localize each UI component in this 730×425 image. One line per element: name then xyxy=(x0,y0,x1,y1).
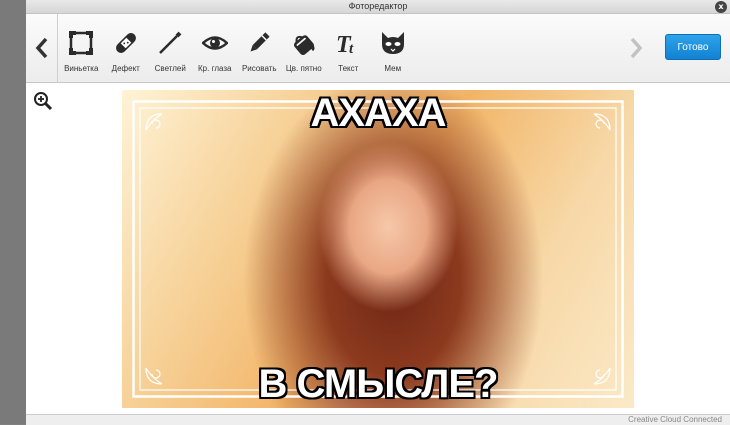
text-icon: Tt xyxy=(335,30,361,56)
tool-label: Светлей xyxy=(154,64,186,73)
background-strip xyxy=(0,0,26,424)
tool-vignette[interactable]: Виньетка xyxy=(59,14,104,82)
tool-meme[interactable]: Мем xyxy=(371,14,416,82)
tool-draw[interactable]: Рисовать xyxy=(237,14,282,82)
tool-list: Виньетка Дефект Светлей Кр. глаза Рисова… xyxy=(59,14,415,82)
toolbar: Виньетка Дефект Светлей Кр. глаза Рисова… xyxy=(26,14,730,83)
brightness-wand-icon xyxy=(157,30,183,56)
meme-bottom-text[interactable]: В СМЫСЛЕ? xyxy=(122,362,634,407)
chevron-right-icon xyxy=(630,37,643,59)
pencil-icon xyxy=(246,30,272,56)
tool-label: Кр. глаза xyxy=(198,64,232,73)
tool-label: Цв. пятно xyxy=(285,64,322,73)
title-bar: Фоторедактор x xyxy=(26,0,730,14)
status-bar: Creative Cloud Connected xyxy=(26,414,730,425)
tool-label: Виньетка xyxy=(64,64,99,73)
tool-label: Мем xyxy=(384,64,402,73)
vignette-icon xyxy=(68,30,94,56)
next-tools-button[interactable] xyxy=(622,14,650,82)
window-title: Фоторедактор xyxy=(348,1,408,11)
close-button[interactable]: x xyxy=(715,1,727,13)
tool-color-splash[interactable]: Цв. пятно xyxy=(282,14,327,82)
prev-tools-button[interactable] xyxy=(26,14,58,82)
done-button[interactable]: Готово xyxy=(665,34,721,60)
zoom-in-icon xyxy=(34,92,53,111)
eye-icon xyxy=(201,30,228,56)
tool-text[interactable]: Tt Текст xyxy=(326,14,371,82)
svg-text:t: t xyxy=(349,41,354,56)
decorative-frame xyxy=(132,100,624,398)
zoom-in-button[interactable] xyxy=(33,91,53,111)
bandage-icon xyxy=(113,30,139,56)
paint-bucket-icon xyxy=(291,30,317,56)
photo-canvas[interactable]: АХАХА В СМЫСЛЕ? xyxy=(122,90,634,408)
photo-editor-window: Фоторедактор x Виньетка Дефект Светлей К… xyxy=(26,0,730,425)
tool-label: Текст xyxy=(338,64,359,73)
meme-top-text[interactable]: АХАХА xyxy=(122,91,634,136)
tool-blemish[interactable]: Дефект xyxy=(104,14,149,82)
tool-label: Дефект xyxy=(111,64,140,73)
cat-mask-icon xyxy=(380,30,406,56)
tool-red-eye[interactable]: Кр. глаза xyxy=(193,14,238,82)
tool-label: Рисовать xyxy=(241,64,277,73)
tool-lighten[interactable]: Светлей xyxy=(148,14,193,82)
chevron-left-icon xyxy=(35,37,47,59)
